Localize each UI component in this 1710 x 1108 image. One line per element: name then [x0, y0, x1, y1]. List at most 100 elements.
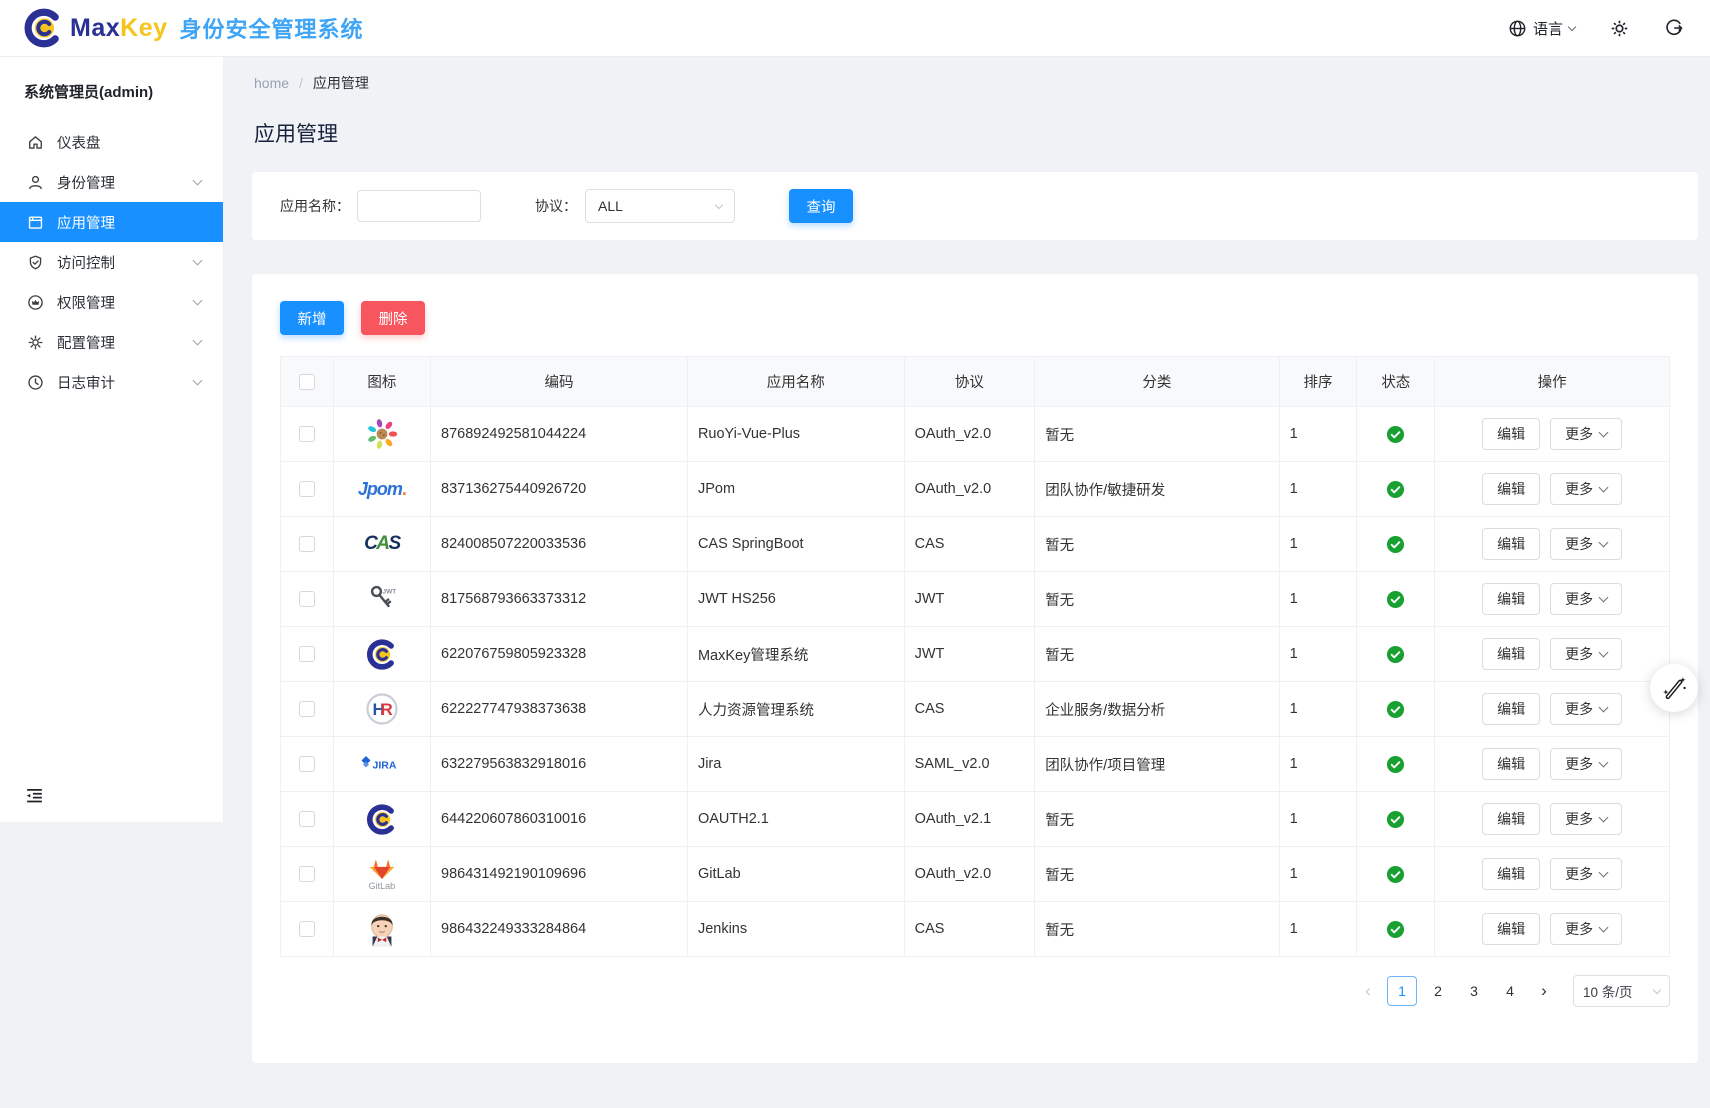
app-category: 暂无	[1035, 902, 1279, 957]
collapse-sidebar-button[interactable]	[24, 785, 45, 806]
edit-button[interactable]: 编辑	[1482, 583, 1540, 615]
page-button-2[interactable]: 2	[1423, 976, 1453, 1006]
sidebar-item-2[interactable]: 应用管理	[0, 202, 223, 242]
column-header: 协议	[904, 357, 1035, 407]
app-icon-ruoyi	[334, 416, 430, 452]
app-category: 暂无	[1035, 572, 1279, 627]
table-row: 622076759805923328MaxKey管理系统JWT暂无1编辑更多	[281, 627, 1670, 682]
chevron-down-icon	[1599, 428, 1609, 438]
protocol-select[interactable]: ALL	[585, 189, 735, 223]
clock-icon	[26, 373, 44, 391]
app-sort: 1	[1279, 462, 1357, 517]
status-enabled-icon	[1386, 426, 1405, 442]
more-button[interactable]: 更多	[1550, 693, 1622, 725]
add-button[interactable]: 新增	[280, 301, 344, 335]
select-all-checkbox[interactable]	[299, 374, 315, 390]
row-checkbox[interactable]	[299, 646, 315, 662]
more-button[interactable]: 更多	[1550, 913, 1622, 945]
page-button-3[interactable]: 3	[1459, 976, 1489, 1006]
search-button[interactable]: 查询	[789, 189, 853, 223]
more-button[interactable]: 更多	[1550, 473, 1622, 505]
app-category: 暂无	[1035, 627, 1279, 682]
table-row: JWT817568793663373312JWT HS256JWT暂无1编辑更多	[281, 572, 1670, 627]
row-checkbox[interactable]	[299, 591, 315, 607]
edit-button[interactable]: 编辑	[1482, 528, 1540, 560]
more-label: 更多	[1565, 864, 1593, 884]
page-size-select[interactable]: 10 条/页	[1573, 975, 1670, 1007]
row-checkbox[interactable]	[299, 536, 315, 552]
settings-button[interactable]	[1609, 18, 1630, 39]
app-sort: 1	[1279, 737, 1357, 792]
app-protocol: JWT	[904, 572, 1035, 627]
sidebar-item-1[interactable]: 身份管理	[0, 162, 223, 202]
chevron-down-icon	[193, 176, 203, 186]
more-button[interactable]: 更多	[1550, 748, 1622, 780]
app-name-input[interactable]	[357, 190, 481, 222]
chevron-down-icon	[1599, 483, 1609, 493]
status-enabled-icon	[1386, 536, 1405, 552]
app-table: 图标编码应用名称协议分类排序状态操作 876892492581044224Ruo…	[280, 356, 1670, 957]
theme-wand-button[interactable]	[1650, 664, 1698, 712]
logout-icon	[1664, 18, 1684, 38]
app-icon-gitlab: GitLab	[334, 857, 430, 891]
breadcrumb-separator: /	[299, 75, 303, 91]
row-checkbox[interactable]	[299, 811, 315, 827]
row-checkbox[interactable]	[299, 481, 315, 497]
app-name: CAS SpringBoot	[687, 517, 904, 572]
logout-button[interactable]	[1664, 18, 1684, 38]
table-row: JIRA632279563832918016JiraSAML_v2.0团队协作/…	[281, 737, 1670, 792]
edit-button[interactable]: 编辑	[1482, 693, 1540, 725]
sidebar-item-6[interactable]: 日志审计	[0, 362, 223, 402]
gear-icon	[1609, 18, 1630, 39]
prev-page-button[interactable]: ‹	[1355, 976, 1381, 1006]
globe-icon	[1508, 19, 1527, 38]
language-menu[interactable]: 语言	[1508, 18, 1575, 39]
row-checkbox[interactable]	[299, 756, 315, 772]
status-enabled-icon	[1386, 591, 1405, 607]
app-name: 人力资源管理系统	[687, 682, 904, 737]
edit-button[interactable]: 编辑	[1482, 858, 1540, 890]
column-header: 排序	[1279, 357, 1357, 407]
more-button[interactable]: 更多	[1550, 858, 1622, 890]
row-checkbox[interactable]	[299, 866, 315, 882]
chevron-down-icon	[193, 336, 203, 346]
row-checkbox[interactable]	[299, 921, 315, 937]
column-header: 图标	[333, 357, 430, 407]
more-button[interactable]: 更多	[1550, 418, 1622, 450]
edit-button[interactable]: 编辑	[1482, 418, 1540, 450]
more-button[interactable]: 更多	[1550, 528, 1622, 560]
edit-button[interactable]: 编辑	[1482, 473, 1540, 505]
sidebar-item-5[interactable]: 配置管理	[0, 322, 223, 362]
app-name: Jenkins	[687, 902, 904, 957]
app-icon-cas: CAS	[334, 533, 430, 555]
edit-button[interactable]: 编辑	[1482, 748, 1540, 780]
more-button[interactable]: 更多	[1550, 583, 1622, 615]
more-label: 更多	[1565, 919, 1593, 939]
sidebar-item-0[interactable]: 仪表盘	[0, 122, 223, 162]
status-enabled-icon	[1386, 481, 1405, 497]
table-row: Jpom.837136275440926720JPomOAuth_v2.0团队协…	[281, 462, 1670, 517]
more-button[interactable]: 更多	[1550, 803, 1622, 835]
app-protocol: OAuth_v2.0	[904, 847, 1035, 902]
dashboard-icon	[26, 133, 44, 151]
app-name: JPom	[687, 462, 904, 517]
collapse-icon	[24, 785, 45, 806]
page-button-1[interactable]: 1	[1387, 976, 1417, 1006]
breadcrumb-current: 应用管理	[313, 73, 369, 93]
edit-button[interactable]: 编辑	[1482, 803, 1540, 835]
status-enabled-icon	[1386, 701, 1405, 717]
edit-button[interactable]: 编辑	[1482, 638, 1540, 670]
edit-button[interactable]: 编辑	[1482, 913, 1540, 945]
apps-icon	[26, 213, 44, 231]
page-button-4[interactable]: 4	[1495, 976, 1525, 1006]
delete-button[interactable]: 删除	[361, 301, 425, 335]
sidebar-item-4[interactable]: 权限管理	[0, 282, 223, 322]
next-page-button[interactable]: ›	[1531, 976, 1557, 1006]
column-header: 应用名称	[687, 357, 904, 407]
row-checkbox[interactable]	[299, 701, 315, 717]
row-checkbox[interactable]	[299, 426, 315, 442]
app-name-label: 应用名称：	[280, 196, 350, 216]
sidebar-item-3[interactable]: 访问控制	[0, 242, 223, 282]
breadcrumb-home[interactable]: home	[254, 75, 289, 91]
more-button[interactable]: 更多	[1550, 638, 1622, 670]
